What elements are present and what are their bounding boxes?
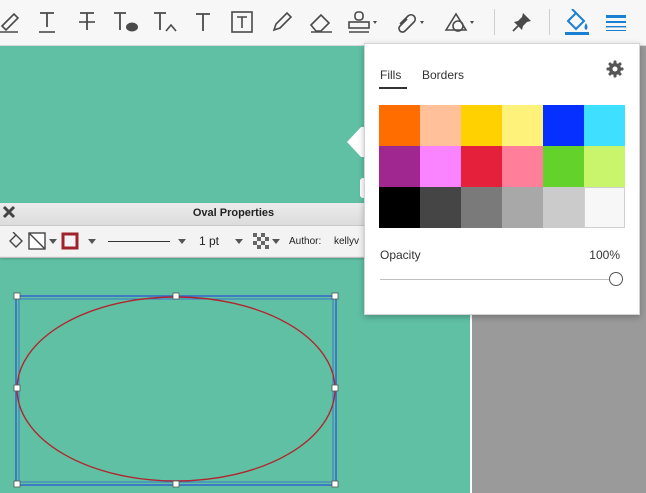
opacity-label: Opacity <box>380 248 421 262</box>
color-swatch[interactable] <box>420 187 461 228</box>
properties-controls: 1 pt Author: kellyv <box>0 226 372 256</box>
color-swatch-grid <box>379 105 625 228</box>
fill-bucket-icon[interactable] <box>8 226 24 256</box>
color-swatch[interactable] <box>543 187 584 228</box>
chevron-down-icon[interactable] <box>235 226 243 256</box>
oval-properties-bar: Oval Properties 1 pt Author: kellyv <box>0 203 372 258</box>
fill-color-panel: Fills Borders Opacity 100% <box>364 43 640 315</box>
chevron-down-icon[interactable] <box>49 226 57 256</box>
color-swatch[interactable] <box>502 187 543 228</box>
color-swatch[interactable] <box>379 187 420 228</box>
opacity-slider-thumb[interactable] <box>609 272 623 286</box>
shapes-icon[interactable] <box>442 6 478 38</box>
tab-borders[interactable]: Borders <box>422 68 464 82</box>
color-swatch[interactable] <box>584 187 625 228</box>
tab-fills[interactable]: Fills <box>380 68 401 82</box>
color-swatch[interactable] <box>379 105 420 146</box>
properties-title-bar[interactable]: Oval Properties <box>0 203 372 226</box>
color-swatch[interactable] <box>543 105 584 146</box>
attach-icon[interactable] <box>394 6 430 38</box>
color-swatch[interactable] <box>502 105 543 146</box>
border-color-swatch[interactable] <box>61 226 79 256</box>
opacity-value: 100% <box>589 248 620 262</box>
line-style-icon[interactable] <box>602 6 630 38</box>
color-swatch[interactable] <box>502 146 543 187</box>
chevron-down-icon[interactable] <box>272 226 280 256</box>
chevron-down-icon[interactable] <box>178 226 186 256</box>
color-swatch[interactable] <box>461 146 502 187</box>
author-value: kellyv <box>334 235 360 247</box>
color-swatch[interactable] <box>420 105 461 146</box>
chevron-down-icon[interactable] <box>88 226 96 256</box>
gear-icon[interactable] <box>606 60 624 78</box>
color-swatch[interactable] <box>584 105 625 146</box>
color-swatch[interactable] <box>461 105 502 146</box>
author-label: Author: <box>289 235 322 247</box>
color-swatch[interactable] <box>379 146 420 187</box>
color-swatch[interactable] <box>461 187 502 228</box>
fill-color-none-swatch[interactable] <box>28 226 46 256</box>
color-swatch[interactable] <box>420 146 461 187</box>
color-swatch[interactable] <box>584 146 625 187</box>
fill-color-icon[interactable] <box>562 6 592 38</box>
opacity-slider-track[interactable] <box>380 279 623 280</box>
color-swatch[interactable] <box>543 146 584 187</box>
line-style-select[interactable] <box>108 226 170 256</box>
line-width-value[interactable]: 1 pt <box>199 226 219 256</box>
opacity-checker-icon[interactable] <box>253 226 269 256</box>
pin-icon[interactable] <box>508 6 536 38</box>
active-tab-underline <box>379 87 407 89</box>
